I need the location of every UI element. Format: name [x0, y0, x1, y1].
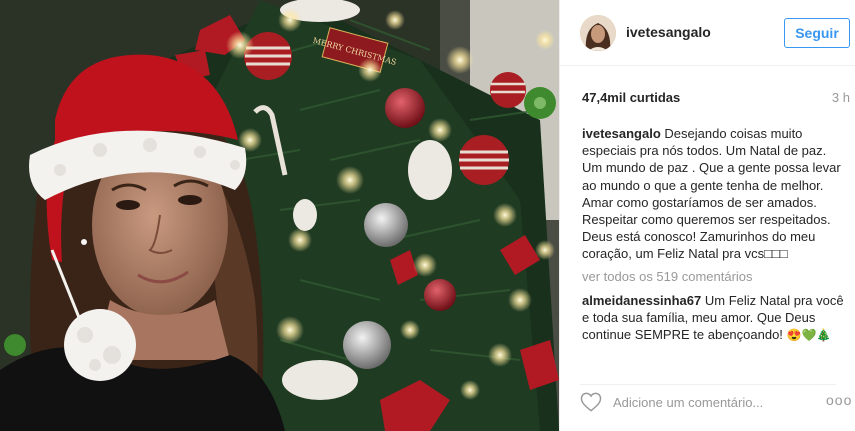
avatar[interactable]: [580, 15, 616, 51]
more-options-icon[interactable]: ooo: [826, 392, 851, 410]
heart-icon[interactable]: [580, 392, 602, 412]
comment-username[interactable]: almeidanessinha67: [582, 293, 701, 308]
caption-text: Desejando coisas muito especiais pra nós…: [582, 126, 841, 262]
post-header: ivetesangalo Seguir: [560, 0, 855, 66]
avatar-image: [580, 15, 616, 51]
add-comment-input[interactable]: [613, 393, 793, 411]
instagram-post: MERRY CHRISTMAS ivetesangalo Seguir 47,4…: [0, 0, 855, 431]
post-sidebar: ivetesangalo Seguir 47,4mil curtidas 3 h…: [559, 0, 855, 431]
divider: [580, 384, 836, 385]
comment-emojis: 😍💚🎄: [786, 328, 832, 343]
view-all-comments-link[interactable]: ver todos os 519 comentários: [582, 268, 844, 285]
comments-section: ivetesangalo Desejando coisas muito espe…: [582, 125, 844, 344]
post-photo[interactable]: MERRY CHRISTMAS: [0, 0, 559, 431]
follow-button[interactable]: Seguir: [784, 18, 850, 48]
header-username[interactable]: ivetesangalo: [626, 24, 711, 40]
post-time[interactable]: 3 h: [832, 90, 850, 105]
caption-username[interactable]: ivetesangalo: [582, 126, 661, 141]
caption: ivetesangalo Desejando coisas muito espe…: [582, 125, 844, 263]
photo-illustration: MERRY CHRISTMAS: [0, 0, 559, 431]
comment-item: almeidanessinha67 Um Feliz Natal pra voc…: [582, 292, 844, 345]
post-footer: ooo: [560, 372, 855, 431]
likes-count[interactable]: 47,4mil curtidas: [582, 90, 680, 105]
